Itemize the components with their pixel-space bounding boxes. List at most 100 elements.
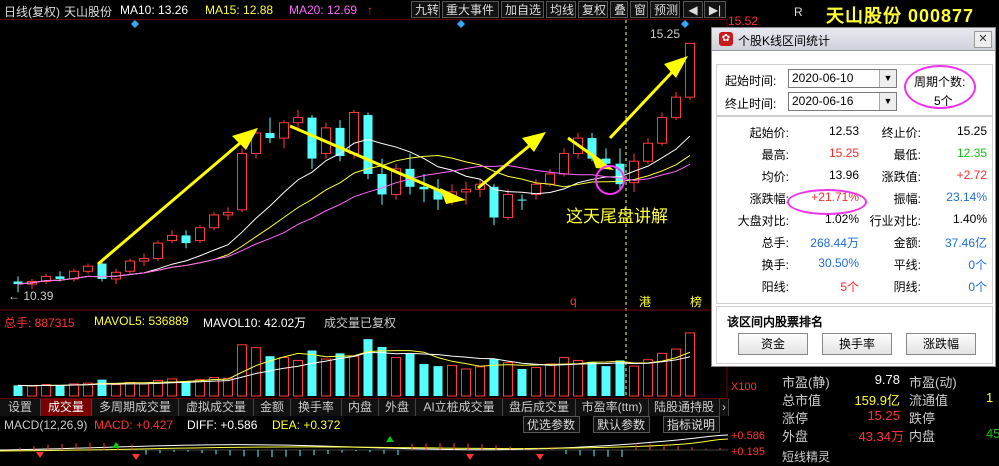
kline-chart[interactable]: 这天尾盘讲解 15.25 ← 10.39 q 港 榜 xyxy=(0,20,728,398)
volume-bar xyxy=(419,364,429,396)
tab-turnover[interactable]: 换手率 xyxy=(291,399,342,416)
macd-axis-1: +0.586 xyxy=(731,430,765,442)
annotation-text: 这天尾盘讲解 xyxy=(566,207,668,226)
candle-body xyxy=(279,122,289,139)
dea-value-label: DEA: +0.372 xyxy=(272,418,341,432)
candle-body xyxy=(55,276,65,279)
volume-bar xyxy=(685,332,695,397)
diamond-marker-3 xyxy=(681,20,689,28)
stat-value-left: 268.44万 xyxy=(810,236,859,250)
stat-value-right: 0个 xyxy=(968,280,987,294)
rank-title: 该区间内股票排名 xyxy=(727,315,824,329)
stat-value-right: 1.40% xyxy=(952,212,987,226)
stat-label-right: 终止价: xyxy=(881,126,921,140)
major-events-button[interactable]: 重大事件 xyxy=(442,1,499,18)
stat-label-right: 金额: xyxy=(893,236,921,250)
tab-pe-ttm[interactable]: 市盈率(ttm) xyxy=(576,399,649,416)
tab-ai-volume[interactable]: AI立桩成交量 xyxy=(416,399,503,416)
rank-change-button[interactable]: 涨跌幅 xyxy=(906,333,976,355)
tab-virtual-volume[interactable]: 虚拟成交量 xyxy=(179,399,254,416)
marker-bang: 榜 xyxy=(690,294,702,309)
mavol10-label: MAVOL10: 42.02万 xyxy=(203,316,307,330)
volume-bar xyxy=(461,368,471,397)
indicator-help-button[interactable]: 指标说明 xyxy=(663,416,720,433)
overlay-button[interactable]: 叠 xyxy=(610,1,628,18)
stat-value-left: 5个 xyxy=(840,280,859,294)
window-button[interactable]: 窗 xyxy=(630,1,648,18)
stat-label-left: 最高: xyxy=(761,148,789,162)
limit-up-label: 涨停 xyxy=(782,411,809,426)
stat-label-right: 平线: xyxy=(893,258,921,272)
candle-body xyxy=(489,186,499,218)
close-icon[interactable]: ✕ xyxy=(974,31,992,48)
volume-bar xyxy=(629,365,639,397)
ma15-label: MA15: 12.88 xyxy=(205,3,274,17)
tab-amount[interactable]: 金额 xyxy=(254,399,291,416)
low-price-label: ← 10.39 xyxy=(8,289,54,303)
volume-bar xyxy=(111,384,121,397)
adjust-price-button[interactable]: 复权 xyxy=(578,1,608,18)
candle-body xyxy=(517,199,527,201)
arrow-left-icon[interactable]: ◀ xyxy=(683,1,703,18)
volume-bar xyxy=(321,358,331,397)
candle-body xyxy=(671,96,681,119)
tab-volume[interactable]: 成交量 xyxy=(41,399,92,416)
chevron-down-icon: ▼ xyxy=(879,93,896,110)
stat-value-right: 15.25 xyxy=(956,124,987,138)
macd-value-label: MACD: +0.427 xyxy=(94,418,174,432)
stat-value-left: 15.25 xyxy=(828,146,859,160)
tab-more-icon[interactable]: › xyxy=(720,399,729,416)
kline-range-stats-dialog: ✿ 个股K线区间统计 ✕ 起始时间: 2020-06-10 ▼ 终止时间: 20… xyxy=(711,27,996,367)
volume-bar xyxy=(447,364,457,397)
candle-body xyxy=(377,173,387,195)
volume-bar xyxy=(391,357,401,397)
macd-arrow-red-2 xyxy=(132,454,140,460)
add-watchlist-button[interactable]: 加自选 xyxy=(501,1,544,18)
stat-label-left: 总手: xyxy=(761,236,789,250)
start-date-select[interactable]: 2020-06-10 ▼ xyxy=(788,69,897,88)
moving-average-button[interactable]: 均线 xyxy=(546,1,576,18)
marker-q: q xyxy=(570,294,577,308)
candle-body xyxy=(167,234,177,242)
candle-body xyxy=(685,42,695,98)
volume-bar xyxy=(97,379,107,396)
tab-settings[interactable]: 设置 xyxy=(0,399,41,416)
rank-turnover-button[interactable]: 换手率 xyxy=(822,333,892,355)
macd-arrow-green-2 xyxy=(386,436,394,442)
tab-multi-period-volume[interactable]: 多周期成交量 xyxy=(92,399,179,416)
float-cap-label: 流通值 xyxy=(909,393,949,408)
forecast-button[interactable]: 预测 xyxy=(650,1,680,18)
volume-adjusted-note: 成交量已复权 xyxy=(324,316,397,330)
stat-value-left: 30.50% xyxy=(818,256,859,270)
diff-value-label: DIFF: +0.586 xyxy=(187,418,258,432)
dialog-rank-section: 该区间内股票排名 资金 换手率 涨跌幅 xyxy=(716,306,993,364)
indicator-tab-bar: 设置 成交量 多周期成交量 虚拟成交量 金额 换手率 内盘 外盘 AI立桩成交量… xyxy=(0,398,729,416)
end-date-select[interactable]: 2020-06-16 ▼ xyxy=(788,92,897,111)
volume-bar xyxy=(545,363,555,397)
dialog-title-bar[interactable]: ✿ 个股K线区间统计 ✕ xyxy=(712,28,995,51)
diff-line xyxy=(0,434,728,451)
tab-after-hours-volume[interactable]: 盘后成交量 xyxy=(503,399,576,416)
skip-icon[interactable]: ▶| xyxy=(704,1,726,18)
volume-bar xyxy=(363,339,373,396)
stat-value-left: 12.53 xyxy=(828,124,859,138)
arrow-line-3 xyxy=(477,140,535,190)
volume-bar xyxy=(251,347,261,397)
tab-outer-volume[interactable]: 外盘 xyxy=(379,399,416,416)
pe-static-label: 市盈(静) xyxy=(782,375,830,390)
stat-label-left: 换手: xyxy=(761,258,789,272)
volume-bar xyxy=(405,353,415,396)
tab-northbound-holdings[interactable]: 陆股通持股 xyxy=(649,399,720,416)
short-term-genie-label[interactable]: 短线精灵 xyxy=(782,448,830,465)
default-params-button[interactable]: 默认参数 xyxy=(593,416,650,433)
candle-body xyxy=(363,115,373,174)
rank-capital-button[interactable]: 资金 xyxy=(738,333,808,355)
tab-inner-volume[interactable]: 内盘 xyxy=(342,399,379,416)
volume-bar xyxy=(587,361,597,396)
volume-bars-group xyxy=(13,332,695,397)
stat-value-left: 13.96 xyxy=(828,168,859,182)
optimal-params-button[interactable]: 优选参数 xyxy=(523,416,580,433)
jiuzhuan-button[interactable]: 九转 xyxy=(411,1,440,18)
end-date-value: 2020-06-16 xyxy=(792,94,854,108)
dialog-date-section: 起始时间: 2020-06-10 ▼ 终止时间: 2020-06-16 ▼ 周期… xyxy=(716,64,993,116)
